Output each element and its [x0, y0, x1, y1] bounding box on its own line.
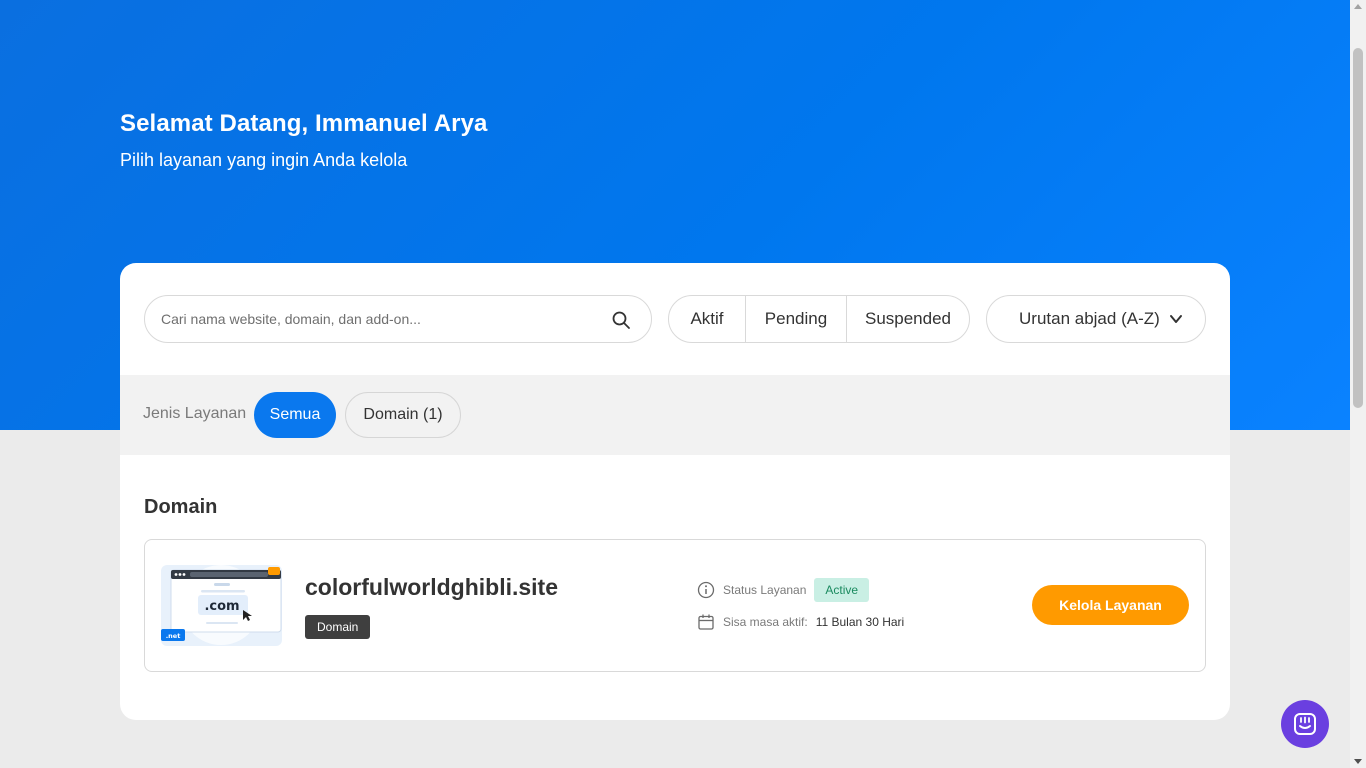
services-card: Aktif Pending Suspended Urutan abjad (A-… — [120, 263, 1230, 720]
domain-thumbnail-image: .com .net — [161, 565, 282, 646]
service-remaining-row: Sisa masa aktif: 11 Bulan 30 Hari — [697, 613, 904, 631]
remaining-label: Sisa masa aktif: — [723, 615, 808, 629]
tab-semua[interactable]: Semua — [254, 392, 336, 438]
scroll-up-arrow-icon[interactable] — [1354, 4, 1362, 9]
info-icon — [697, 581, 715, 599]
chat-icon — [1294, 713, 1316, 735]
service-type-filter: Jenis Layanan Semua Domain (1) — [120, 375, 1230, 455]
filter-pending[interactable]: Pending — [746, 296, 847, 342]
welcome-title: Selamat Datang, Immanuel Arya — [120, 110, 488, 137]
filter-suspended[interactable]: Suspended — [847, 296, 969, 342]
calendar-icon — [698, 614, 714, 630]
service-item: .com .net colorfulworldghibli.site Domai… — [144, 539, 1206, 672]
search-input[interactable] — [161, 308, 591, 330]
svg-text:.net: .net — [166, 632, 181, 640]
service-type-badge: Domain — [305, 615, 371, 639]
svg-text:.com: .com — [204, 599, 239, 614]
service-status-label: Status Layanan — [723, 583, 807, 597]
page-scrollbar[interactable] — [1350, 0, 1366, 768]
service-type-label: Jenis Layanan — [143, 405, 247, 422]
tab-domain[interactable]: Domain (1) — [345, 392, 461, 438]
sort-dropdown[interactable]: Urutan abjad (A-Z) — [986, 295, 1206, 343]
chat-widget-button[interactable] — [1281, 700, 1329, 748]
scroll-down-arrow-icon[interactable] — [1354, 759, 1362, 764]
search-box — [144, 295, 652, 343]
section-title-domain: Domain — [144, 496, 218, 518]
sort-selected-label: Urutan abjad (A-Z) — [1019, 309, 1160, 328]
status-badge: Active — [814, 578, 870, 602]
search-icon[interactable] — [611, 310, 631, 330]
service-status-row: Status Layanan Active — [697, 578, 870, 602]
manage-service-button[interactable]: Kelola Layanan — [1032, 585, 1189, 625]
chevron-down-icon — [1170, 315, 1182, 323]
remaining-value: 11 Bulan 30 Hari — [815, 615, 905, 629]
scrollbar-thumb[interactable] — [1353, 48, 1363, 408]
status-filter-group: Aktif Pending Suspended — [668, 295, 970, 343]
service-name[interactable]: colorfulworldghibli.site — [305, 574, 558, 601]
filter-aktif[interactable]: Aktif — [669, 296, 746, 342]
welcome-subtitle: Pilih layanan yang ingin Anda kelola — [120, 150, 408, 170]
